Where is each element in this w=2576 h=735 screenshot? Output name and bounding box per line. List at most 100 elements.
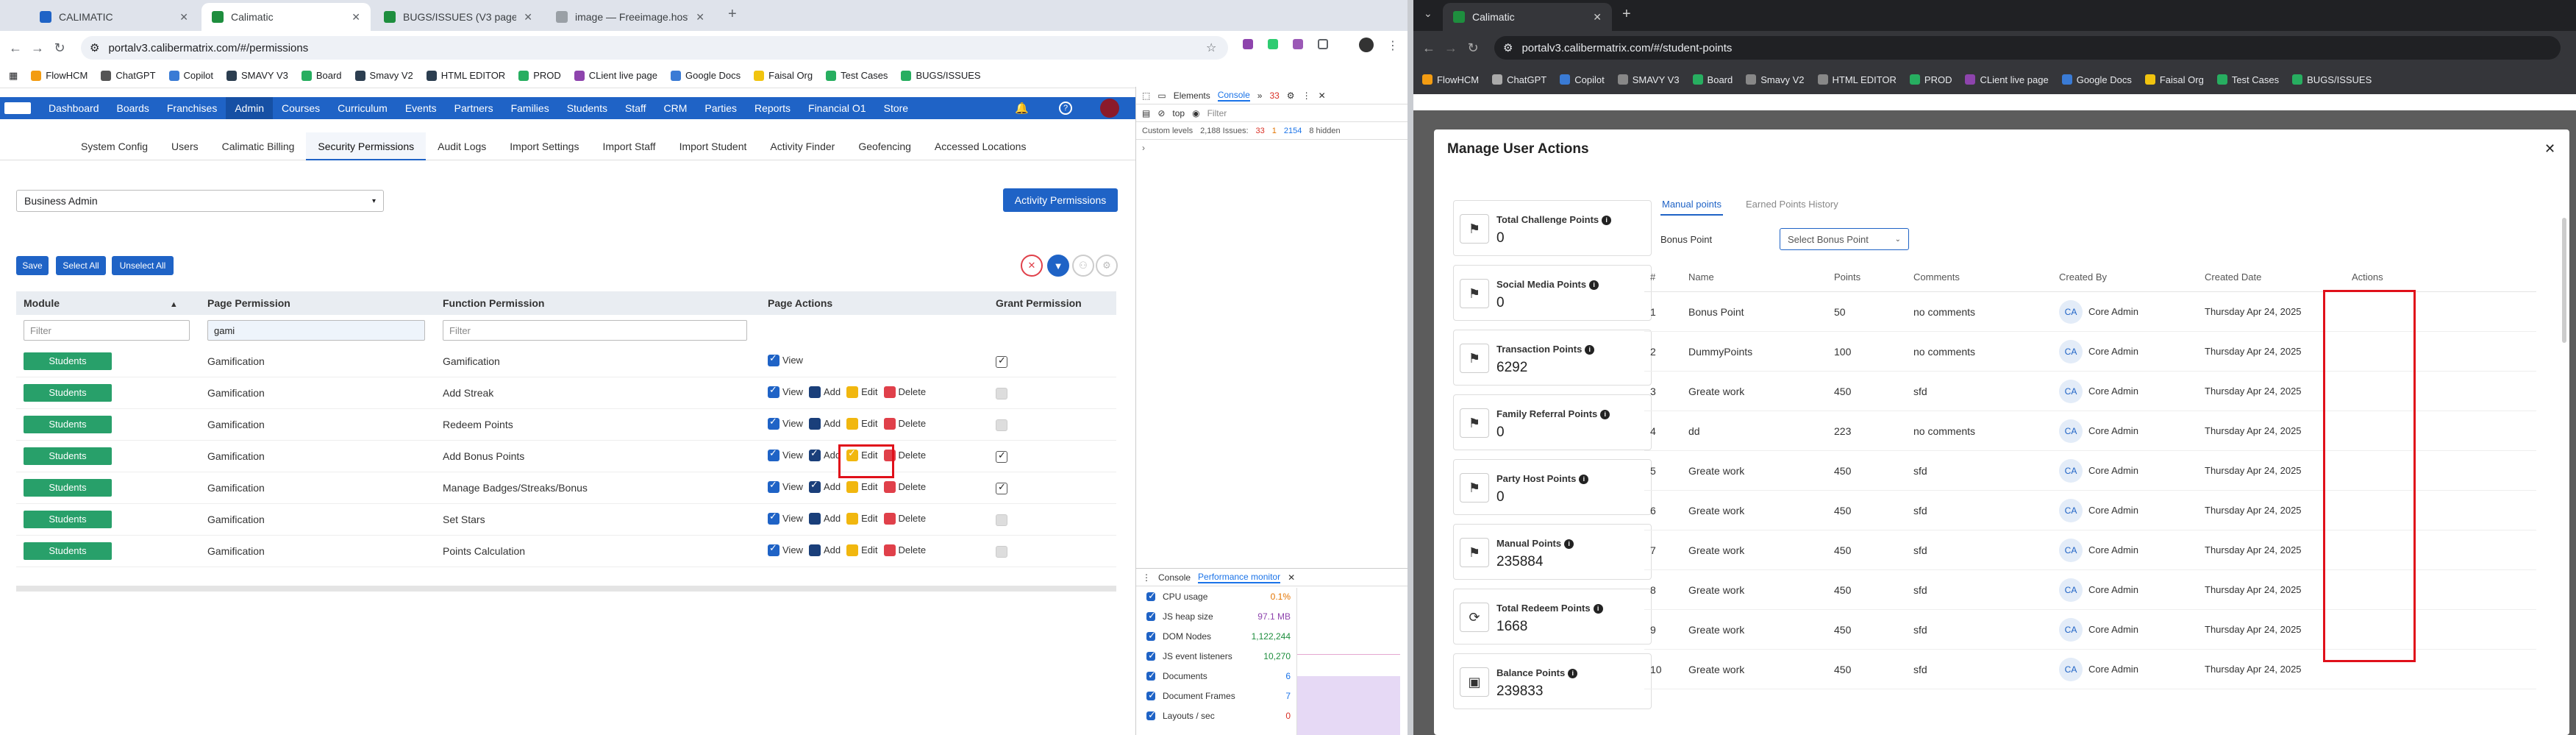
action-add-checkbox[interactable]: Add [808,447,841,461]
browser-tab[interactable]: BUGS/ISSUES (V3 pages only)✕ [374,3,543,31]
unselect-all-button[interactable]: Unselect All [112,256,174,275]
nav-families[interactable]: Families [502,97,558,119]
info-icon[interactable]: i [1568,669,1578,678]
levels-select[interactable]: Custom levels [1142,127,1193,135]
bookmark-item[interactable]: ChatGPT [101,70,156,81]
action-edit-checkbox[interactable]: Edit [846,512,878,525]
role-select[interactable]: Business Admin ▾ [16,190,384,212]
action-delete-checkbox[interactable]: Delete [883,480,926,493]
error-count[interactable]: 33 [1269,90,1279,101]
action-edit-checkbox[interactable]: Edit [846,480,878,493]
clear-console-icon[interactable]: ⊘ [1157,108,1165,118]
extensions-puzzle-icon[interactable] [1318,39,1328,49]
sidebar-icon[interactable]: ▤ [1142,108,1150,118]
bookmark-item[interactable]: Smavy V2 [1746,74,1805,85]
info-icon[interactable]: i [1589,280,1599,290]
metric-row[interactable]: Documents 6 [1136,666,1291,686]
subnav-import-settings[interactable]: Import Settings [498,132,591,160]
metric-checkbox-icon[interactable] [1146,590,1156,602]
action-view-checkbox[interactable]: View [768,479,803,493]
bookmark-item[interactable]: Test Cases [826,70,888,81]
select-all-button[interactable]: Select All [56,256,106,275]
close-icon[interactable]: ✕ [352,11,360,24]
nav-parties[interactable]: Parties [696,97,746,119]
bookmark-item[interactable]: CLient live page [574,70,657,81]
bookmark-item[interactable]: Copilot [1560,74,1605,85]
info-icon[interactable]: i [1602,216,1612,225]
grant-permission-checkbox[interactable] [996,514,1007,526]
bonus-point-select[interactable]: Select Bonus Point ⌄ [1780,228,1909,250]
nav-dashboard[interactable]: Dashboard [40,97,108,119]
back-arrow-icon[interactable]: ← [1418,40,1440,56]
new-tab-plus-icon[interactable]: + [1622,6,1631,23]
drawer-tab-performance-monitor[interactable]: Performance monitor [1198,572,1281,583]
bookmark-item[interactable]: Google Docs [2061,74,2132,85]
nav-financial[interactable]: Financial O1 [799,97,875,119]
bookmark-item[interactable]: FlowHCM [1422,74,1479,85]
bookmark-item[interactable]: Google Docs [671,70,741,81]
context-select[interactable]: top [1172,108,1185,118]
browser-tab[interactable]: image — Freeimage.host ✕ [546,3,715,31]
help-icon[interactable]: ? [1059,102,1072,115]
info-icon[interactable]: i [1585,345,1595,355]
nav-events[interactable]: Events [396,97,446,119]
filter-icon[interactable]: ▼ [1047,255,1069,277]
column-header-grant[interactable]: Grant Permission [990,297,1116,309]
action-view-checkbox[interactable]: View [768,447,803,461]
subnav-security-permissions[interactable]: Security Permissions [306,132,427,160]
bookmark-item[interactable]: BUGS/ISSUES [2292,74,2372,85]
tab-search-chevron-icon[interactable]: ⌄ [1424,7,1433,20]
nav-students[interactable]: Students [558,97,616,119]
subnav-users[interactable]: Users [160,132,210,160]
console-filter-input[interactable]: Filter [1207,108,1227,118]
nav-franchises[interactable]: Franchises [158,97,226,119]
reload-icon[interactable]: ↻ [1462,40,1484,56]
nav-partners[interactable]: Partners [446,97,502,119]
info-icon[interactable]: i [1593,604,1603,614]
column-header-module[interactable]: Module ▲ [16,297,201,309]
url-field[interactable]: ⚙ portalv3.calibermatrix.com/#/student-po… [1494,36,2561,60]
action-add-checkbox[interactable]: Add [808,417,841,430]
bookmark-item[interactable]: CLient live page [1965,74,2049,85]
apps-grid-icon[interactable]: ▦ [9,70,18,82]
browser-tab-active[interactable]: Calimatic ✕ [1443,3,1612,31]
nav-staff[interactable]: Staff [616,97,655,119]
column-header-actions[interactable]: Page Actions [762,297,990,309]
action-edit-checkbox[interactable]: Edit [846,417,878,430]
site-info-icon[interactable]: ⚙ [1503,41,1513,54]
tab-manual-points[interactable]: Manual points [1660,199,1723,216]
page-filter-input[interactable]: gami [207,320,425,341]
metric-checkbox-icon[interactable] [1146,650,1156,661]
bookmark-item[interactable]: Smavy V2 [354,70,413,81]
close-icon[interactable]: ✕ [1593,11,1602,24]
nav-curriculum[interactable]: Curriculum [329,97,396,119]
group-icon[interactable]: ⚇ [1072,255,1094,277]
bookmark-item[interactable]: FlowHCM [31,70,88,81]
bookmark-item[interactable]: Copilot [168,70,213,81]
browser-tab[interactable]: CALIMATIC ✕ [29,3,199,31]
bookmark-star-icon[interactable]: ☆ [1206,40,1216,55]
url-field[interactable]: ⚙ portalv3.calibermatrix.com/#/permission… [81,36,1228,60]
bookmark-item[interactable]: SMAVY V3 [226,70,288,81]
site-info-icon[interactable]: ⚙ [90,41,99,54]
subnav-import-staff[interactable]: Import Staff [591,132,667,160]
grant-permission-checkbox[interactable] [996,450,1007,463]
close-icon[interactable]: ✕ [179,11,188,24]
module-filter-input[interactable]: Filter [24,320,190,341]
drawer-tab-console[interactable]: Console [1158,572,1191,583]
inspect-icon[interactable]: ⬚ [1142,90,1150,101]
bookmark-item[interactable]: Faisal Org [2144,74,2204,85]
close-icon[interactable]: ✕ [1288,572,1295,583]
device-icon[interactable]: ▭ [1157,90,1166,101]
back-arrow-icon[interactable]: ← [4,40,26,56]
app-logo[interactable] [4,102,31,114]
profile-avatar[interactable] [1359,38,1374,52]
eye-icon[interactable]: ◉ [1192,108,1199,118]
tab-earned-points-history[interactable]: Earned Points History [1746,199,1838,210]
nav-admin[interactable]: Admin [226,97,274,119]
bookmark-item[interactable]: ChatGPT [1492,74,1546,85]
extension-icon[interactable] [1243,39,1253,49]
grant-permission-checkbox[interactable] [996,545,1007,558]
column-header-function[interactable]: Function Permission [437,297,762,309]
gear-icon[interactable]: ⚙ [1287,90,1295,101]
